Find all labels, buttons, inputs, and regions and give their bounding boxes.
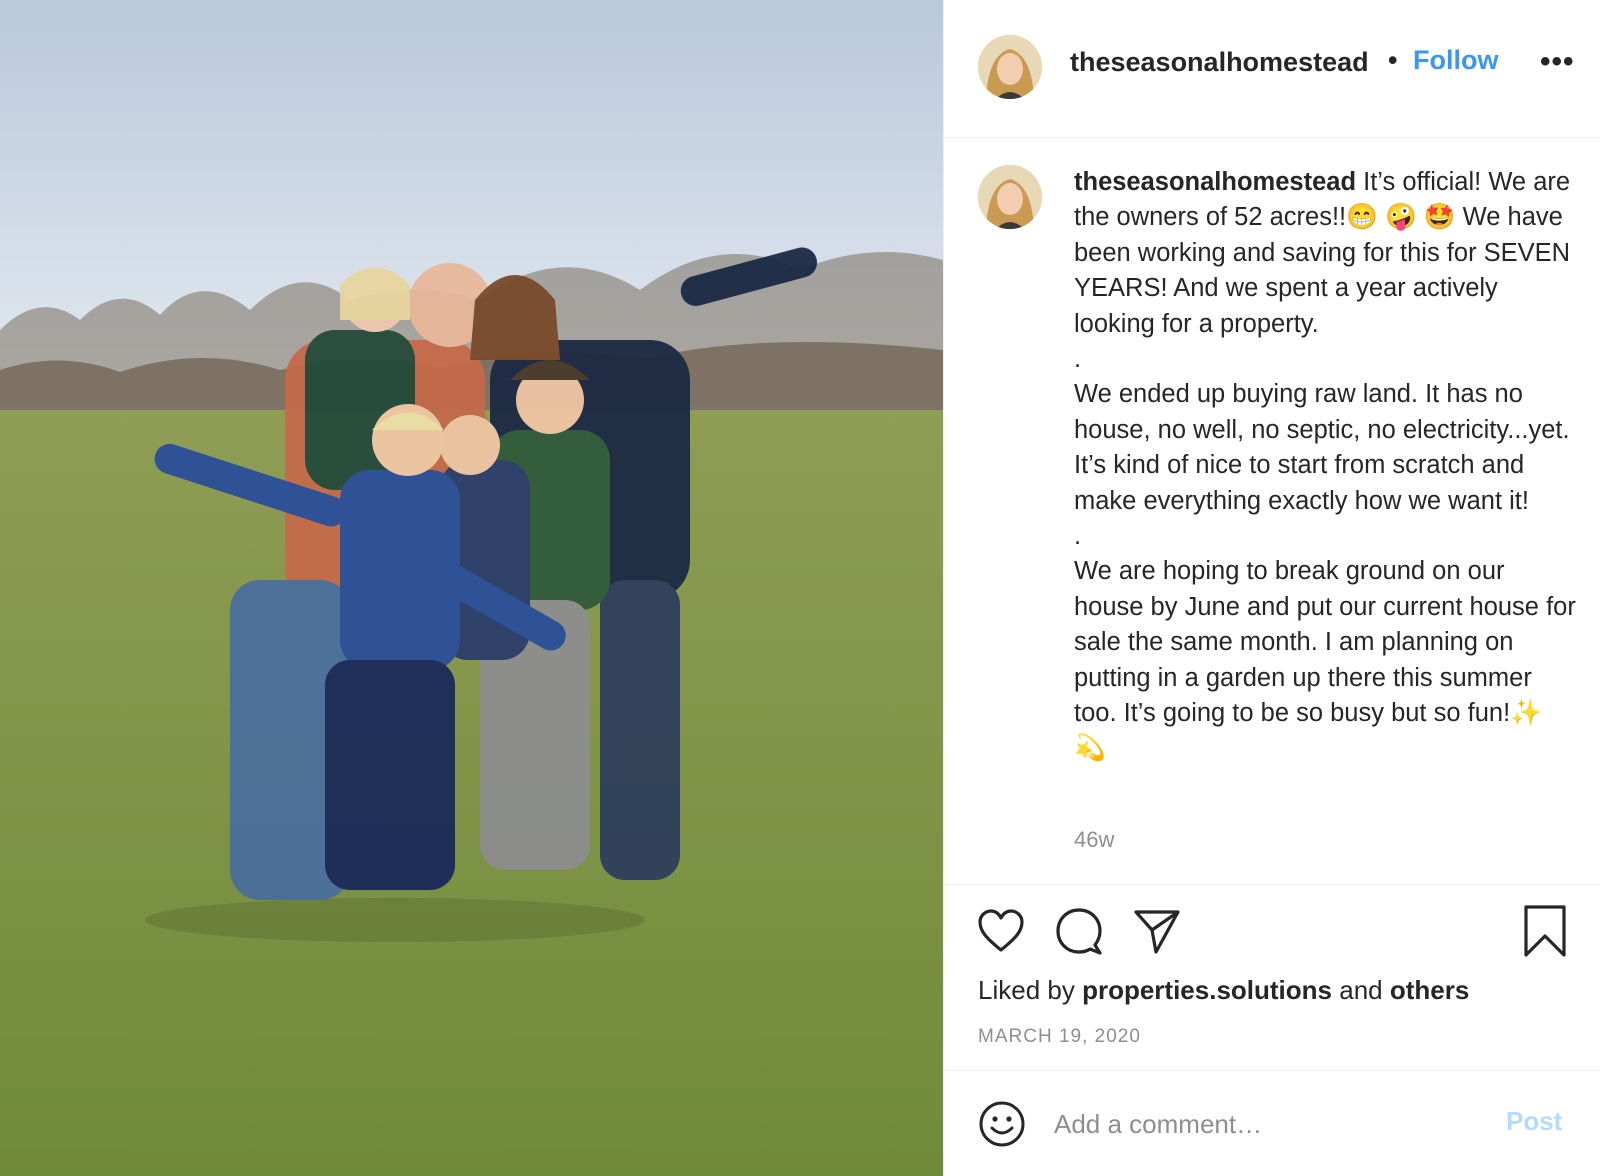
follow-button[interactable]: Follow	[1413, 45, 1498, 75]
header-username[interactable]: theseasonalhomestead	[1070, 47, 1369, 78]
avatar-image	[978, 35, 1042, 99]
post-details-panel: theseasonalhomestead • Follow ••• thesea…	[943, 0, 1600, 1176]
post-date[interactable]: MARCH 19, 2020	[978, 1026, 1141, 1048]
actions-section: Liked by properties.solutions and others…	[944, 884, 1600, 1071]
post-header: theseasonalhomestead • Follow •••	[944, 0, 1600, 138]
comment-input[interactable]	[1054, 1104, 1484, 1144]
caption-text: theseasonalhomestead It’s official! We a…	[1074, 165, 1579, 767]
family-photo-illustration	[0, 0, 943, 1176]
instagram-post: theseasonalhomestead • Follow ••• thesea…	[0, 0, 1600, 1176]
post-comment-button[interactable]: Post	[1506, 1106, 1562, 1137]
emoji-icon[interactable]	[978, 1100, 1026, 1153]
follow-group: • Follow	[1388, 45, 1498, 76]
likes-summary: Liked by properties.solutions and others	[978, 975, 1469, 1006]
liked-by-and: and	[1339, 975, 1383, 1005]
avatar[interactable]	[978, 35, 1042, 99]
caption-paragraph-2: We ended up buying raw land. It has no h…	[1074, 380, 1570, 515]
caption-username[interactable]: theseasonalhomestead	[1074, 168, 1356, 196]
liked-by-others[interactable]: others	[1390, 975, 1469, 1005]
liked-by-prefix: Liked by	[978, 975, 1075, 1005]
caption-paragraph: theseasonalhomestead It’s official! We a…	[1074, 165, 1579, 342]
time-ago[interactable]: 46w	[1074, 827, 1114, 853]
comment-bar: Post	[944, 1070, 1600, 1176]
share-icon[interactable]	[1132, 906, 1182, 961]
follow-separator: •	[1388, 45, 1398, 75]
liked-by-user[interactable]: properties.solutions	[1082, 975, 1332, 1005]
more-options-icon[interactable]: •••	[1540, 47, 1575, 77]
comment-icon[interactable]	[1054, 906, 1104, 961]
avatar-image	[978, 165, 1042, 229]
caption-avatar[interactable]	[978, 165, 1042, 229]
caption-area: theseasonalhomestead It’s official! We a…	[944, 137, 1600, 885]
bookmark-icon[interactable]	[1522, 904, 1568, 963]
post-photo[interactable]	[0, 0, 943, 1176]
caption-separator: .	[1074, 345, 1082, 374]
caption-separator: .	[1074, 522, 1082, 551]
heart-icon[interactable]	[976, 906, 1026, 961]
caption-paragraph-3: We are hoping to break ground on our hou…	[1074, 557, 1576, 763]
